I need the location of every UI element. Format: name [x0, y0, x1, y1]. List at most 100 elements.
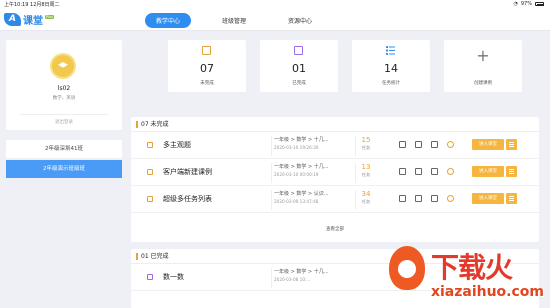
profile-name: ls02: [57, 85, 71, 92]
lesson-icon: [147, 274, 153, 280]
divider: [355, 190, 356, 210]
status-time: 上午10:19: [4, 2, 29, 8]
logout-button[interactable]: 退出登录: [20, 114, 108, 125]
logo-badge: Plus: [45, 14, 55, 19]
lesson-time: 2020-03-10 00:00:19: [274, 172, 319, 177]
enter-class-button[interactable]: 进入课堂: [472, 166, 504, 177]
lesson-time: 2020-03-09 13:47:48: [274, 199, 319, 204]
logo-mark-icon: A: [4, 13, 21, 26]
lesson-row[interactable]: 客户端新建课例 一年级 > 数学 > 十几... 2020-03-10 00:0…: [131, 159, 539, 186]
status-bar: 上午10:19 12月8日周二 ◔ 97%: [0, 0, 550, 9]
panel-title: 07 未完成: [131, 117, 539, 132]
power-icon[interactable]: [447, 195, 454, 202]
avatar: [50, 53, 76, 79]
lesson-row[interactable]: 超级多任务列表 一年级 > 数学 > 认识... 2020-03-09 13:4…: [131, 186, 539, 213]
enter-class-button[interactable]: 进入课堂: [472, 139, 504, 150]
divider: [271, 163, 272, 183]
task-count-label: 任务: [361, 172, 371, 177]
stat-label: 已完成: [292, 81, 306, 86]
lesson-icon: [147, 169, 153, 175]
class-item-1[interactable]: 2年级演示班级班: [6, 160, 122, 178]
task-count: 13: [361, 163, 371, 171]
copy-icon[interactable]: [399, 195, 406, 202]
lesson-title: 数一数: [163, 273, 184, 281]
nav-tabs: 教学中心 班级管理 资源中心: [145, 13, 323, 28]
task-count-label: 任务: [361, 199, 371, 204]
delete-icon[interactable]: [431, 168, 438, 175]
task-count: 15: [361, 136, 371, 144]
tab-teaching-center[interactable]: 教学中心: [145, 13, 192, 28]
watermark-url: xiazaihuo.com: [430, 284, 544, 300]
watermark-cn: 下载火: [430, 251, 513, 284]
class-item-0[interactable]: 2年级深圳41班: [6, 140, 122, 158]
tab-class-management[interactable]: 班级管理: [211, 13, 257, 28]
stat-value: 07: [200, 62, 214, 75]
stat-tasks[interactable]: 14 任务统计: [352, 40, 430, 92]
copy-icon[interactable]: [399, 141, 406, 148]
lesson-path: 一年级 > 数学 > 十几...: [274, 269, 329, 275]
watermark: 下载火 xiazaihuo.com: [388, 246, 544, 300]
status-right: ◔ 97%: [513, 1, 544, 7]
divider: [271, 136, 272, 156]
profile-subjects: 数学，英语: [52, 96, 76, 101]
stat-value: 01: [292, 62, 306, 75]
app-logo: A 课堂 Plus: [4, 12, 55, 27]
stat-incomplete[interactable]: 07 未完成: [168, 40, 246, 92]
app-header: A 课堂 Plus 教学中心 班级管理 资源中心: [0, 9, 550, 31]
tab-resource-center[interactable]: 资源中心: [277, 13, 323, 28]
status-time-date: 上午10:19 12月8日周二: [4, 1, 60, 8]
stat-value: 14: [384, 62, 398, 75]
menu-icon[interactable]: [506, 166, 517, 177]
lesson-path: 一年级 > 数学 > 认识...: [274, 191, 329, 197]
row-actions: [399, 168, 454, 175]
wifi-icon: ◔: [513, 1, 518, 7]
sidebar: ls02 数学，英语 退出登录 2年级深圳41班 2年级演示班级班: [6, 40, 122, 178]
delete-icon[interactable]: [431, 141, 438, 148]
stat-label: 创建课例: [474, 81, 492, 86]
power-icon[interactable]: [447, 141, 454, 148]
stat-complete[interactable]: 01 已完成: [260, 40, 338, 92]
profile-card: ls02 数学，英语 退出登录: [6, 40, 122, 130]
plus-icon: +: [476, 46, 490, 65]
divider: [271, 190, 272, 210]
enter-class-button[interactable]: 进入课堂: [472, 193, 504, 204]
task-count-label: 任务: [361, 145, 371, 150]
status-date: 12月8日周二: [30, 2, 60, 8]
row-actions: [399, 141, 454, 148]
power-icon[interactable]: [447, 168, 454, 175]
lesson-path: 一年级 > 数学 > 十几...: [274, 164, 329, 170]
lesson-icon: [147, 142, 153, 148]
see-all-link[interactable]: 查看全部: [131, 226, 539, 232]
stats-row: 07 未完成 01 已完成 14 任务统计 + 创建课例: [168, 40, 522, 92]
stat-label: 任务统计: [382, 81, 400, 86]
lesson-time: 2020-03-10 19:26:30: [274, 145, 319, 150]
task-count: 34: [361, 190, 371, 198]
menu-icon[interactable]: [506, 139, 517, 150]
battery-icon: [535, 2, 544, 6]
divider: [355, 136, 356, 156]
lesson-title: 客户端新建课例: [163, 168, 212, 176]
lesson-row[interactable]: 多主观题 一年级 > 数学 > 十几... 2020-03-10 19:26:3…: [131, 132, 539, 159]
task-done-icon: [294, 46, 303, 55]
lesson-path: 一年级 > 数学 > 十几...: [274, 137, 329, 143]
bookmark-icon[interactable]: [415, 195, 422, 202]
lesson-time: 2020-03-08 10:...: [274, 277, 311, 282]
bookmark-icon[interactable]: [415, 141, 422, 148]
battery-text: 97%: [520, 1, 532, 7]
lesson-icon: [147, 196, 153, 202]
task-todo-icon: [202, 46, 211, 55]
lesson-title: 多主观题: [163, 141, 191, 149]
flame-logo-icon: [388, 246, 425, 290]
logo-name: 课堂: [23, 16, 43, 27]
list-stats-icon: [386, 46, 395, 55]
copy-icon[interactable]: [399, 168, 406, 175]
delete-icon[interactable]: [431, 195, 438, 202]
incomplete-panel: 07 未完成 多主观题 一年级 > 数学 > 十几... 2020-03-10 …: [131, 117, 539, 242]
divider: [271, 268, 272, 288]
lesson-title: 超级多任务列表: [163, 195, 212, 203]
bookmark-icon[interactable]: [415, 168, 422, 175]
stat-label: 未完成: [200, 81, 214, 86]
divider: [355, 163, 356, 183]
create-lesson-button[interactable]: + 创建课例: [444, 40, 522, 92]
menu-icon[interactable]: [506, 193, 517, 204]
